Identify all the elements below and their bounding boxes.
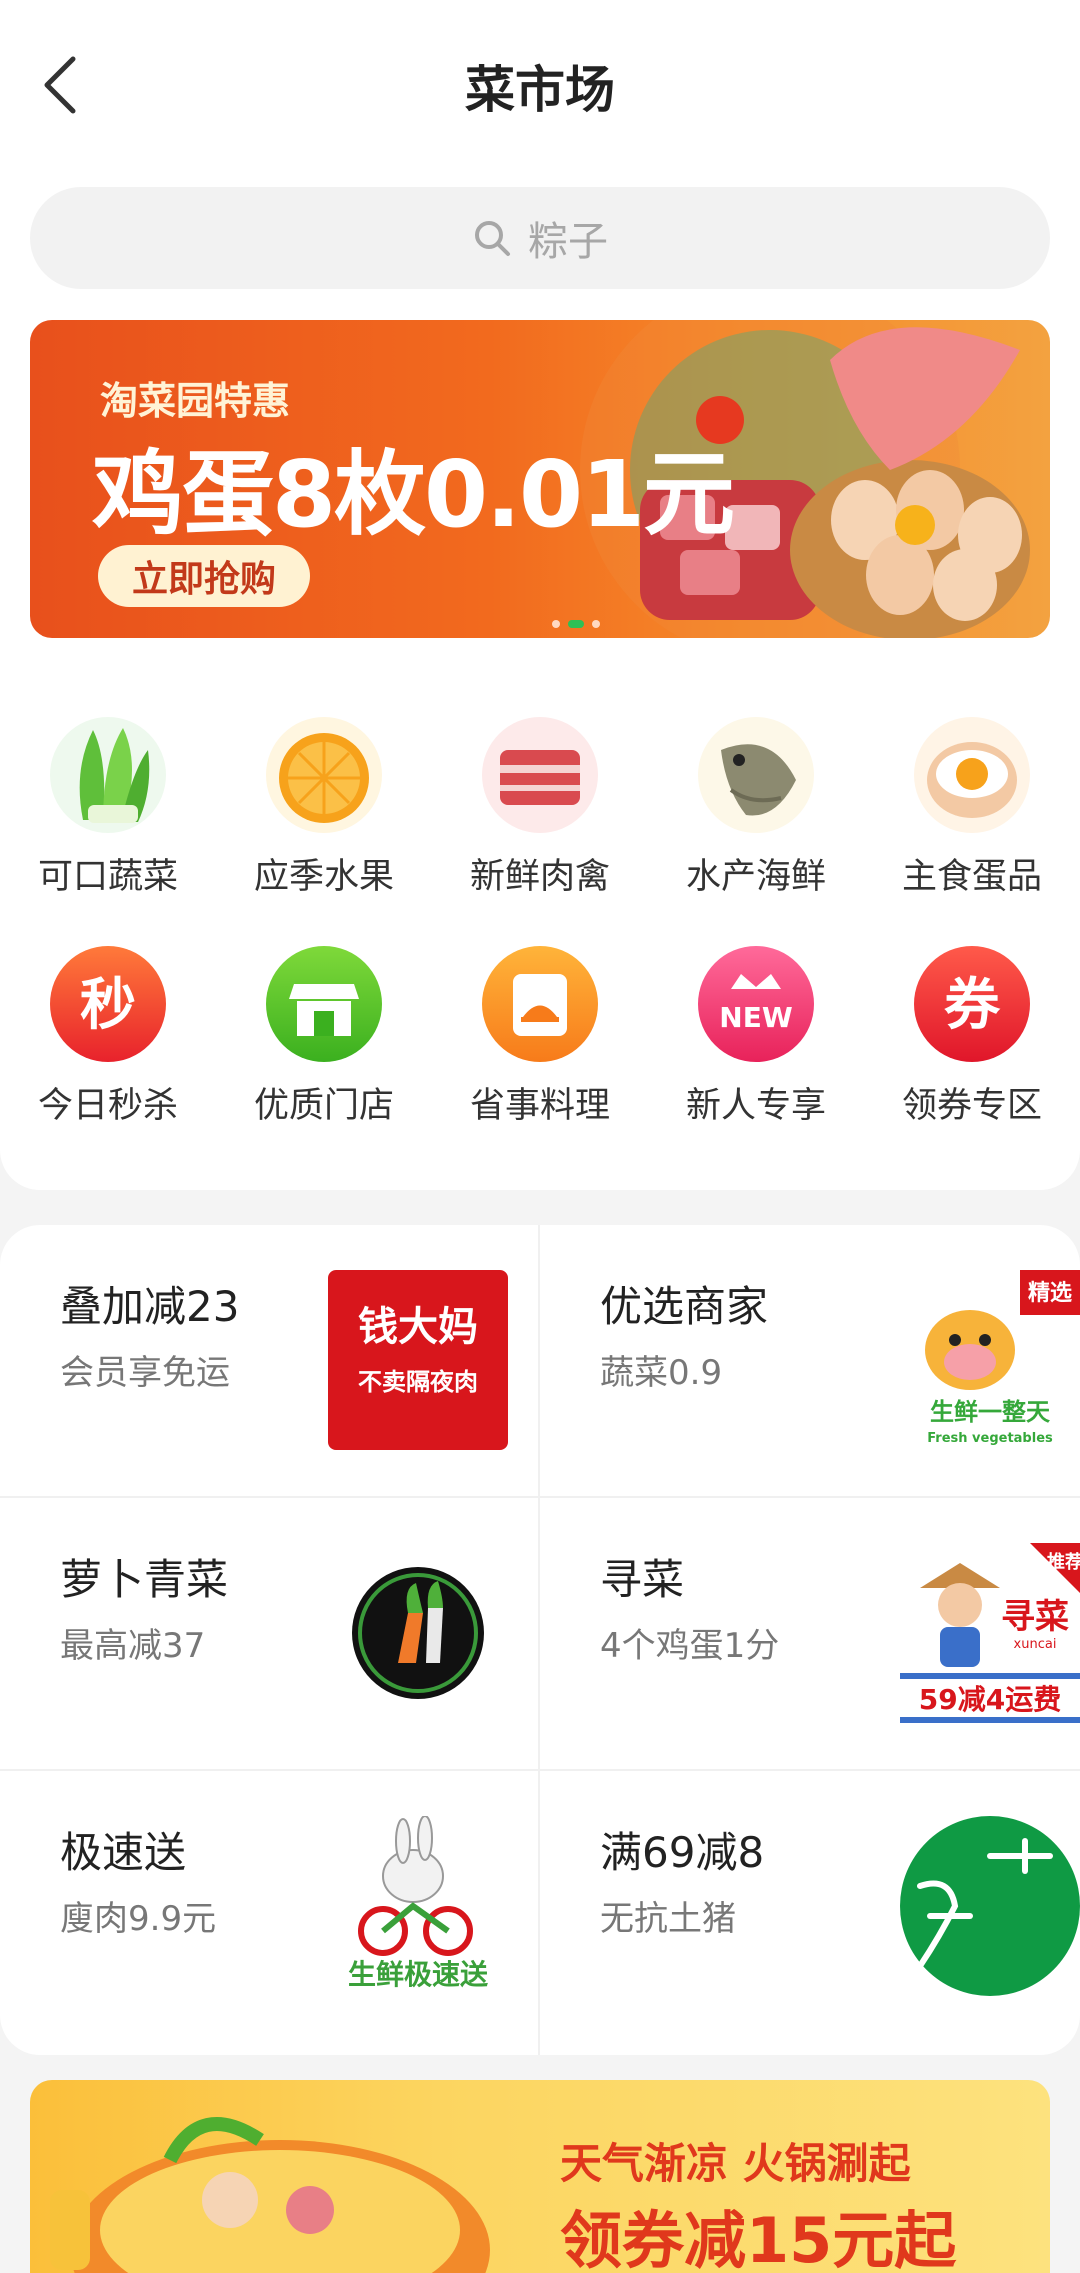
- banner-subtitle: 淘菜园特惠: [100, 379, 291, 423]
- category-flash-sale[interactable]: 秒 今日秒杀: [0, 939, 216, 1128]
- shop-subtitle: 无抗土猪: [600, 1899, 736, 1939]
- page-title: 菜市场: [465, 61, 615, 119]
- flash-sale-icon: 秒: [43, 939, 173, 1069]
- svg-text:Fresh vegetables: Fresh vegetables: [927, 1431, 1053, 1446]
- new-user-glyph: NEW: [719, 1001, 793, 1034]
- top-section: 淘菜园特惠 鸡蛋8枚0.01元 立即抢购 可口蔬菜 应季水果 新鲜肉禽 水产海鲜…: [0, 305, 1080, 1190]
- banner-cta-button[interactable]: 立即抢购: [98, 545, 310, 607]
- coupon-icon: 券: [907, 939, 1037, 1069]
- shop-grid: 叠加减23 会员享免运 钱大妈 不卖隔夜肉 优选商家 蔬菜0.9 精选 生鲜一整…: [0, 1225, 1080, 2055]
- shop-subtitle: 会员享免运: [60, 1353, 230, 1393]
- shop-title: 寻菜: [600, 1555, 685, 1604]
- shop-subtitle: 4个鸡蛋1分: [600, 1626, 780, 1666]
- shop-card[interactable]: 叠加减23 会员享免运 钱大妈 不卖隔夜肉: [0, 1225, 540, 1498]
- xuncai-logo: 推荐 寻菜 xuncai 59减4运费: [900, 1543, 1080, 1723]
- lettuce-icon: [43, 710, 173, 840]
- category-label: 水产海鲜: [685, 857, 826, 897]
- category-label: 今日秒杀: [37, 1086, 178, 1126]
- category-meat[interactable]: 新鲜肉禽: [432, 710, 648, 899]
- category-easy-cooking[interactable]: 省事料理: [432, 939, 648, 1128]
- category-label: 新人专享: [685, 1086, 826, 1126]
- category-label: 优质门店: [253, 1086, 394, 1126]
- category-new-user[interactable]: NEW 新人专享: [648, 939, 864, 1128]
- search-icon: [475, 221, 510, 256]
- meat-icon: [475, 710, 605, 840]
- search-input[interactable]: 粽子: [30, 187, 1050, 289]
- category-label: 省事料理: [469, 1086, 610, 1126]
- shop-subtitle: 蔬菜0.9: [600, 1353, 723, 1393]
- shop-card[interactable]: 萝卜青菜 最高减37: [0, 1498, 540, 1771]
- shop-title: 满69减8: [600, 1828, 765, 1877]
- shop-card[interactable]: 寻菜 4个鸡蛋1分 推荐 寻菜 xuncai 59减4运费: [540, 1498, 1080, 1771]
- hotpot-promo-banner[interactable]: 天气渐凉 火锅涮起 领券减15元起: [30, 2080, 1050, 2273]
- category-label: 新鲜肉禽: [469, 857, 610, 897]
- category-label: 主食蛋品: [901, 857, 1042, 897]
- green-circle-logo: [900, 1816, 1080, 1996]
- store-icon: [259, 939, 389, 1069]
- shop-card[interactable]: 满69减8 无抗土猪: [540, 1771, 1080, 2055]
- cooking-icon: [475, 939, 605, 1069]
- svg-text:生鲜一整天: 生鲜一整天: [930, 1398, 1050, 1426]
- shop-card[interactable]: 优选商家 蔬菜0.9 精选 生鲜一整天 Fresh vegetables: [540, 1225, 1080, 1498]
- shop-subtitle: 最高减37: [60, 1626, 206, 1666]
- svg-text:不卖隔夜肉: 不卖隔夜肉: [358, 1368, 478, 1396]
- shop-title: 叠加减23: [60, 1282, 240, 1331]
- banner-headline: 鸡蛋8枚0.01元: [92, 441, 735, 548]
- flash-sale-glyph: 秒: [80, 973, 136, 1038]
- new-user-icon: NEW: [691, 939, 821, 1069]
- shop-card[interactable]: 极速送 廋肉9.9元 生鲜极速送: [0, 1771, 540, 2055]
- shop-title: 极速送: [60, 1828, 187, 1877]
- banner-pagination: [552, 620, 600, 628]
- svg-text:59减4运费: 59减4运费: [919, 1683, 1061, 1716]
- category-label: 可口蔬菜: [37, 857, 178, 897]
- category-quality-stores[interactable]: 优质门店: [216, 939, 432, 1128]
- fish-icon: [691, 710, 821, 840]
- banner-dot-active: [568, 620, 584, 628]
- category-label: 应季水果: [253, 857, 394, 897]
- radish-greens-logo: [352, 1567, 484, 1699]
- svg-text:生鲜极速送: 生鲜极速送: [348, 1958, 488, 1991]
- category-vegetables[interactable]: 可口蔬菜: [0, 710, 216, 899]
- egg-icon: [907, 710, 1037, 840]
- promo-line-1: 天气渐凉 火锅涮起: [560, 2139, 911, 2188]
- shop-title: 优选商家: [600, 1282, 769, 1331]
- fresh-allday-logo: 精选 生鲜一整天 Fresh vegetables: [900, 1270, 1080, 1450]
- promo-line-2: 领券减15元起: [560, 2204, 957, 2273]
- category-coupons[interactable]: 券 领券专区: [864, 939, 1080, 1128]
- qiandama-logo: 钱大妈 不卖隔夜肉: [328, 1270, 508, 1450]
- category-fruits[interactable]: 应季水果: [216, 710, 432, 899]
- category-staples-eggs[interactable]: 主食蛋品: [864, 710, 1080, 899]
- svg-text:寻菜: 寻菜: [1001, 1597, 1069, 1637]
- svg-text:精选: 精选: [1028, 1280, 1072, 1306]
- banner-dot: [592, 620, 600, 628]
- fast-delivery-logo: 生鲜极速送: [328, 1816, 508, 1996]
- promo-banner[interactable]: 淘菜园特惠 鸡蛋8枚0.01元 立即抢购: [30, 320, 1050, 638]
- search-area: 粽子: [0, 175, 1080, 305]
- svg-text:钱大妈: 钱大妈: [358, 1304, 478, 1350]
- svg-text:xuncai: xuncai: [1014, 1637, 1057, 1652]
- top-nav-bar: 菜市场: [0, 0, 1080, 175]
- banner-dot: [552, 620, 560, 628]
- shop-subtitle: 廋肉9.9元: [60, 1899, 217, 1939]
- shop-title: 萝卜青菜: [60, 1555, 229, 1604]
- category-seafood[interactable]: 水产海鲜: [648, 710, 864, 899]
- orange-icon: [259, 710, 389, 840]
- category-label: 领券专区: [901, 1086, 1042, 1126]
- svg-text:推荐: 推荐: [1047, 1551, 1080, 1573]
- coupon-glyph: 券: [944, 973, 1001, 1038]
- search-placeholder: 粽子: [528, 219, 608, 265]
- category-grid: 可口蔬菜 应季水果 新鲜肉禽 水产海鲜 主食蛋品 秒 今日秒杀 优质门店 省事料…: [0, 710, 1080, 1128]
